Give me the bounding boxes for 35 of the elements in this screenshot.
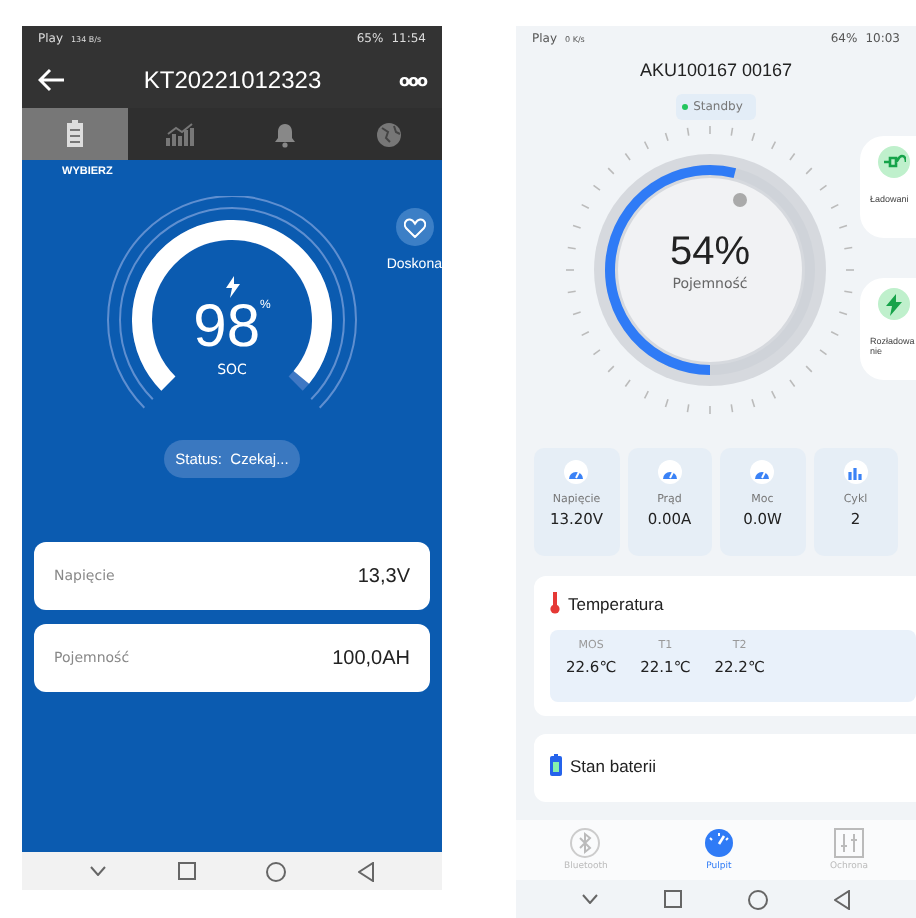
sliders-icon [833,828,864,858]
lightning-icon [225,276,239,298]
card-title: Stan baterii [570,755,656,775]
health-button[interactable] [395,208,434,246]
info-value: 13,3V [357,565,410,587]
soc-value: 98 [193,298,261,358]
bell-icon [273,121,296,147]
battery-icon [550,754,562,776]
back-arrow-icon[interactable] [38,68,66,92]
bluetooth-icon [570,828,601,858]
chevron-down-icon[interactable] [581,894,598,904]
circle-icon[interactable] [266,861,287,881]
bar-chart-icon [847,465,864,479]
chevron-down-icon[interactable] [89,866,106,876]
thermometer-icon [550,592,560,614]
more-button[interactable]: ooo [399,71,426,89]
percent-unit: % [260,298,271,316]
square-icon[interactable] [177,862,196,880]
battery-icon [65,120,84,148]
card-title: Temperatura [568,593,664,613]
chart-icon [165,122,194,146]
triangle-back-icon[interactable] [834,889,851,909]
square-icon[interactable] [663,890,682,908]
circle-icon[interactable] [748,889,769,909]
globe-icon [376,121,403,147]
heart-icon [403,217,426,237]
dashboard-icon [703,828,734,858]
plug-icon [883,154,905,170]
device-title: KT20221012323 [141,66,324,94]
tab[interactable] [22,108,127,160]
triangle-back-icon[interactable] [358,861,375,881]
lightning-icon [886,293,902,315]
device-title: AKU100167 00167 [637,60,795,80]
capacity-value: 54% [669,230,751,276]
info-value: 100,0AH [332,647,410,669]
